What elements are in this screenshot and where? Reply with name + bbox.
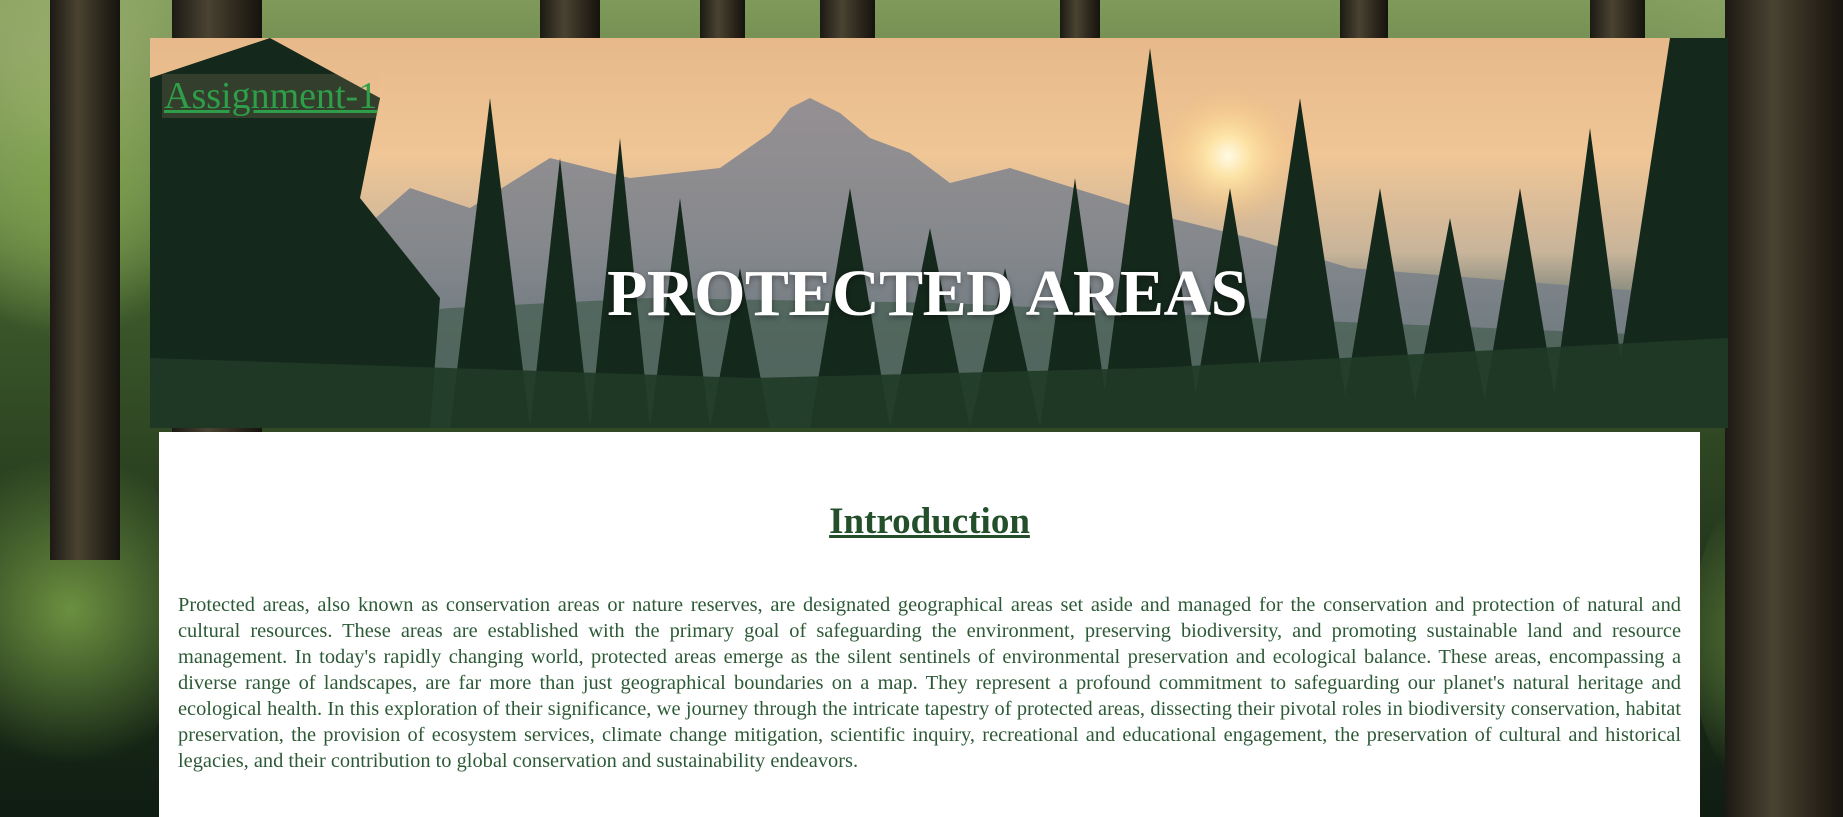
content-panel: Introduction Protected areas, also known… [159,432,1700,817]
section-heading-introduction: Introduction [829,501,1030,542]
intro-paragraph: Protected areas, also known as conservat… [178,594,1681,772]
hero-banner: Assignment-1 PROTECTED AREAS [150,38,1728,428]
mountain-forest-illustration [150,38,1728,428]
assignment-link[interactable]: Assignment-1 [162,74,380,118]
page-title: PROTECTED AREAS [607,257,1247,330]
